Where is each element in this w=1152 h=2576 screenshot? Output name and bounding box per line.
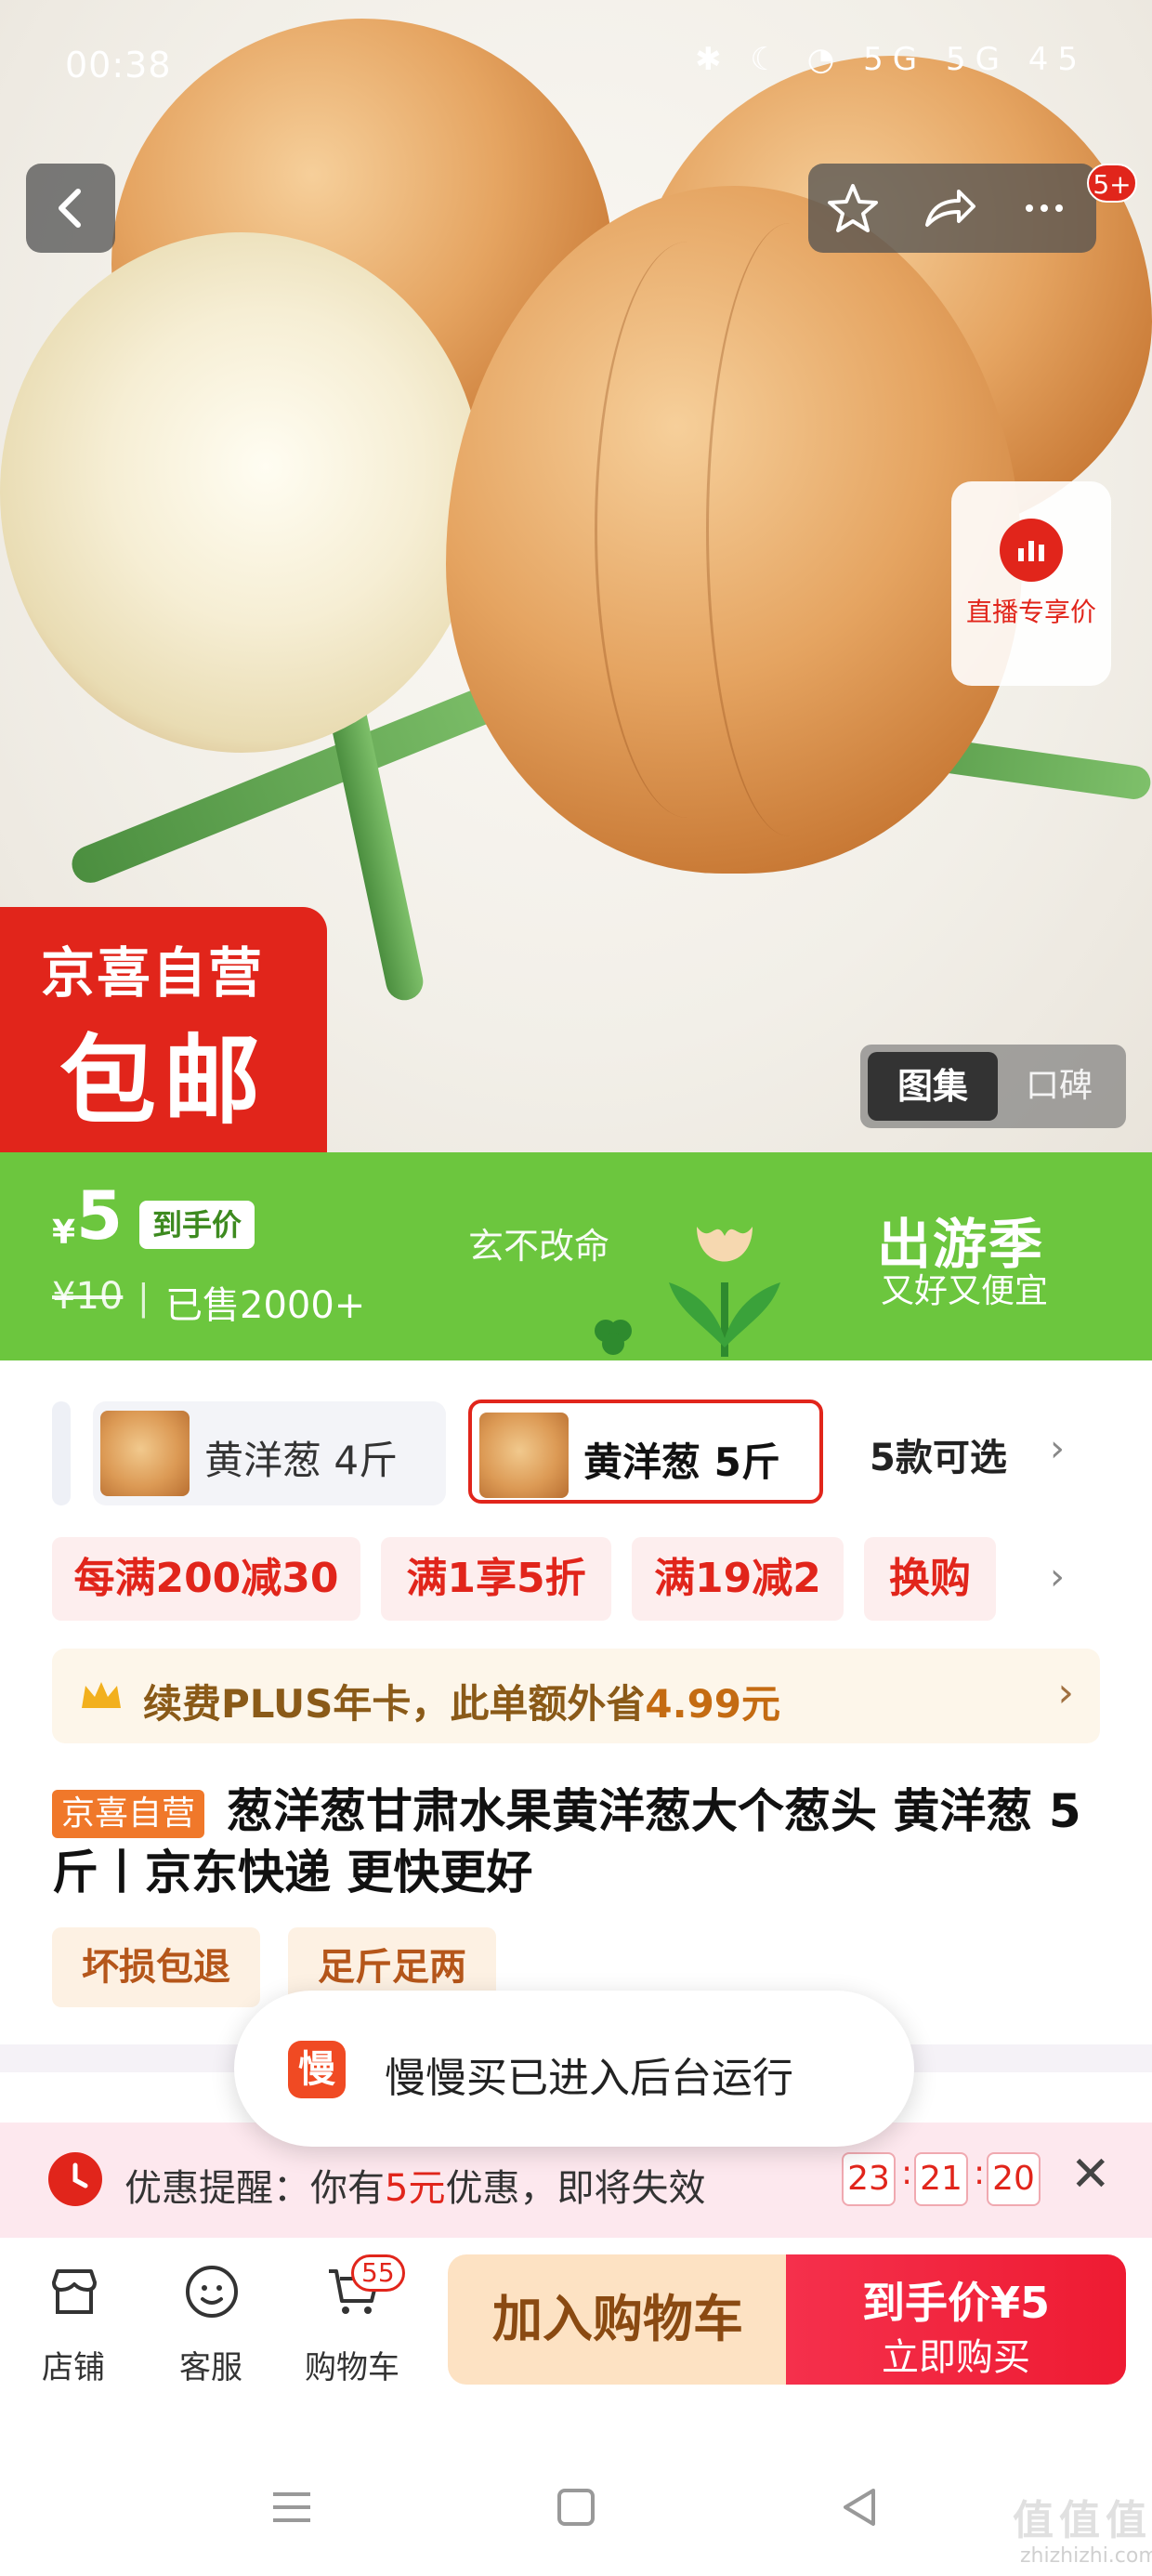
coupon-chip[interactable]: 满1享5折 bbox=[381, 1537, 611, 1621]
live-price-label: 直播专享价 bbox=[965, 597, 1096, 627]
buy-now-price: 到手价¥5 bbox=[861, 2278, 1050, 2328]
back-button[interactable] bbox=[26, 164, 115, 253]
more-icon[interactable] bbox=[1013, 177, 1076, 240]
crown-icon bbox=[82, 1682, 121, 1708]
timer-colon: : bbox=[974, 2154, 986, 2192]
reminder-amount: 5元 bbox=[385, 2167, 446, 2210]
cart-label: 购物车 bbox=[305, 2349, 399, 2386]
buy-now-button[interactable]: 到手价¥5 立即购买 bbox=[786, 2254, 1126, 2385]
promo-text: 玄不改命 bbox=[468, 1226, 610, 1267]
tulip-icon bbox=[669, 1227, 780, 1357]
price-band: ¥ 5 到手价 ¥10 | 已售2000+ 玄不改命 出游季 又好又便宜 bbox=[0, 1152, 1152, 1360]
price-tag: 到手价 bbox=[139, 1201, 255, 1249]
status-icons: ✱ ☾ ◔ 5G 5G 45 bbox=[695, 41, 1087, 78]
self-run-badge: 京喜自营 包邮 bbox=[0, 907, 327, 1152]
variant-thumbnail bbox=[100, 1411, 190, 1496]
season-subtitle: 又好又便宜 bbox=[881, 1272, 1049, 1310]
plus-promo-amount: 4.99元 bbox=[645, 1681, 781, 1727]
plus-promo-text: 续费PLUS年卡，此单额外省4.99元 bbox=[143, 1673, 780, 1729]
menu-nav-icon[interactable] bbox=[264, 2479, 320, 2535]
plus-promo-label: 续费PLUS年卡，此单额外省 bbox=[143, 1681, 646, 1727]
live-price-button[interactable]: 直播专享价 bbox=[951, 481, 1111, 686]
timer-seconds: 20 bbox=[987, 2152, 1041, 2206]
variant-chip-selected[interactable]: 黄洋葱 5斤 bbox=[468, 1400, 823, 1504]
clover-icon bbox=[595, 1320, 632, 1355]
feature-tag: 坏损包退 bbox=[52, 1927, 260, 2007]
store-icon bbox=[52, 2269, 97, 2314]
buy-now-label: 立即购买 bbox=[882, 2336, 1030, 2379]
variant-count[interactable]: 5款可选 bbox=[870, 1427, 1007, 1481]
add-to-cart-button[interactable]: 加入购物车 bbox=[448, 2254, 788, 2385]
reminder-prefix: 优惠提醒：你有 bbox=[124, 2167, 385, 2210]
chevron-right-icon[interactable]: › bbox=[1050, 1556, 1065, 1598]
watermark-sub: zhizhizhi.com bbox=[1020, 2544, 1152, 2568]
price-currency: ¥ bbox=[52, 1214, 76, 1252]
variant-chip[interactable]: 黄洋葱 4斤 bbox=[93, 1401, 446, 1505]
close-icon[interactable]: ✕ bbox=[1070, 2147, 1111, 2202]
clock-icon bbox=[48, 2152, 102, 2206]
watermark: 值值值 bbox=[1013, 2497, 1152, 2544]
variant-scroll-edge bbox=[52, 1401, 71, 1505]
toast-text: 慢慢买已进入后台运行 bbox=[385, 2055, 793, 2102]
coupon-chip[interactable]: 满19减2 bbox=[632, 1537, 844, 1621]
top-action-group bbox=[808, 164, 1096, 253]
chevron-right-icon[interactable]: › bbox=[1050, 1427, 1065, 1470]
timer-minutes: 21 bbox=[914, 2152, 968, 2206]
reminder-text: 优惠提醒：你有5元优惠，即将失效 bbox=[124, 2158, 705, 2212]
variant-label: 黄洋葱 5斤 bbox=[583, 1439, 780, 1485]
price-separator: | bbox=[137, 1277, 150, 1318]
title-tag: 京喜自营 bbox=[52, 1790, 205, 1838]
service-label: 客服 bbox=[179, 2349, 242, 2386]
timer-colon: : bbox=[901, 2154, 913, 2192]
chevron-right-icon: › bbox=[1057, 1669, 1074, 1716]
tab-gallery[interactable]: 图集 bbox=[868, 1052, 998, 1121]
coupon-chip[interactable]: 换购 bbox=[864, 1537, 996, 1621]
timer-hours: 23 bbox=[842, 2152, 896, 2206]
plus-promo-bar[interactable]: 续费PLUS年卡，此单额外省4.99元 › bbox=[52, 1649, 1100, 1743]
price-value: 5 bbox=[76, 1176, 124, 1255]
toast: 慢 慢慢买已进入后台运行 bbox=[234, 1991, 914, 2147]
tab-review[interactable]: 口碑 bbox=[1000, 1052, 1119, 1121]
original-price: ¥10 bbox=[52, 1275, 124, 1318]
star-icon[interactable] bbox=[821, 177, 884, 240]
badge-line2: 包邮 bbox=[59, 1024, 268, 1137]
share-icon[interactable] bbox=[918, 177, 981, 240]
status-time: 00:38 bbox=[65, 45, 172, 85]
chevron-left-icon bbox=[59, 189, 81, 228]
variant-thumbnail bbox=[479, 1413, 569, 1498]
onion-stripe bbox=[706, 223, 873, 836]
app-logo-icon: 慢 bbox=[288, 2041, 346, 2098]
reminder-suffix: 优惠，即将失效 bbox=[445, 2167, 706, 2210]
more-badge: 5+ bbox=[1087, 164, 1137, 203]
sold-count: 已售2000+ bbox=[165, 1284, 366, 1327]
service-button[interactable]: 客服 bbox=[151, 2253, 271, 2392]
product-title: 葱洋葱甘肃水果黄洋葱大个葱头 黄洋葱 5斤丨京东快递 更快更好 bbox=[52, 1784, 1081, 1899]
badge-line1: 京喜自营 bbox=[41, 941, 265, 1005]
home-nav-icon[interactable] bbox=[548, 2479, 604, 2535]
back-nav-icon[interactable] bbox=[832, 2479, 888, 2535]
service-icon bbox=[186, 2266, 238, 2318]
gallery-tabs: 图集 口碑 bbox=[860, 1045, 1126, 1128]
cart-count-badge: 55 bbox=[351, 2254, 405, 2292]
coupon-chip[interactable]: 每满200减30 bbox=[52, 1537, 360, 1621]
store-label: 店铺 bbox=[42, 2349, 105, 2386]
store-button[interactable]: 店铺 bbox=[13, 2253, 134, 2392]
product-image[interactable]: 00:38 ✱ ☾ ◔ 5G 5G 45 5+ 直播专享价 京喜自营 包邮 图集… bbox=[0, 0, 1152, 1152]
live-chart-icon bbox=[1000, 519, 1063, 582]
variant-label: 黄洋葱 4斤 bbox=[204, 1438, 399, 1483]
onion-half bbox=[0, 232, 483, 753]
